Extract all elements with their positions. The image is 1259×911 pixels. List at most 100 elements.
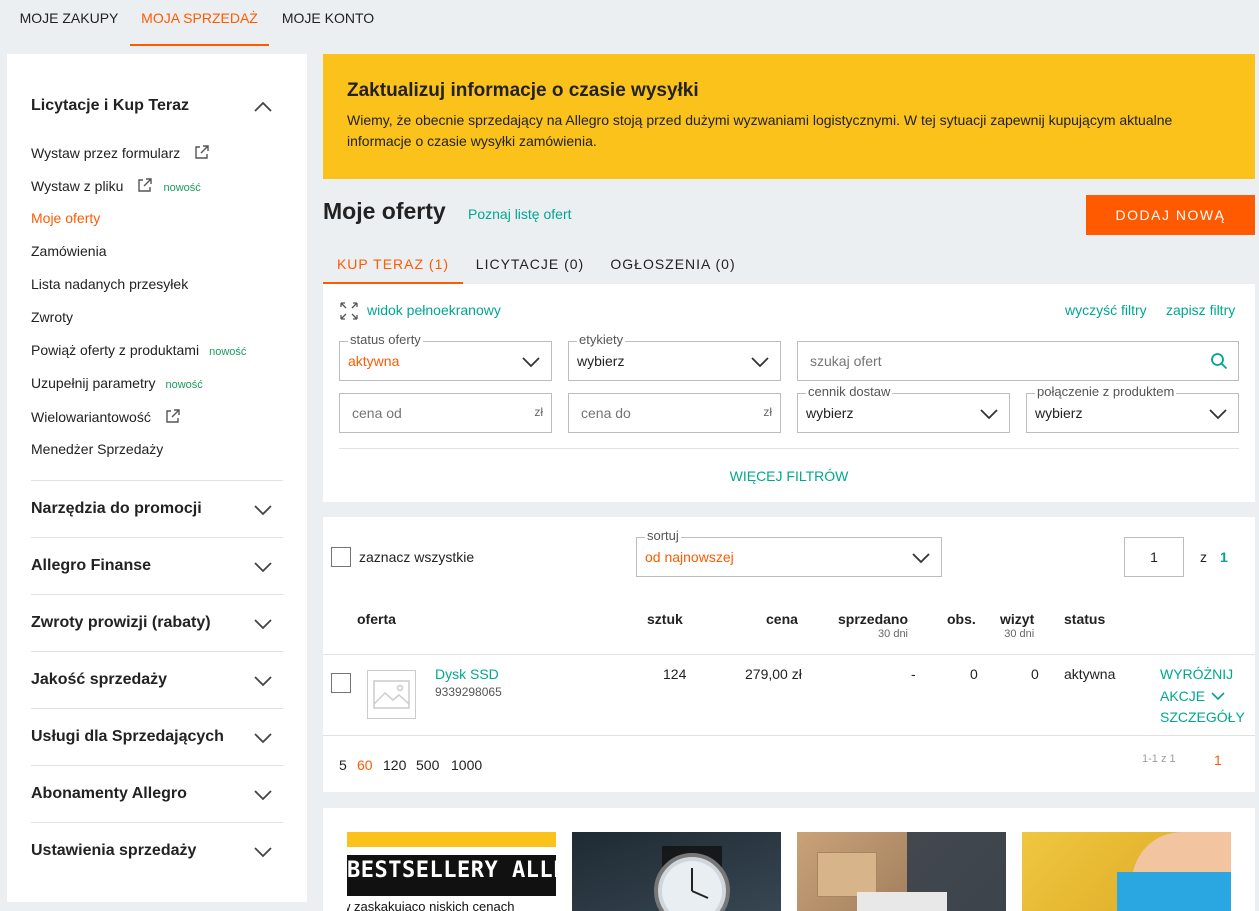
offer-visits: 0 xyxy=(1031,666,1039,682)
image-placeholder-icon[interactable] xyxy=(367,670,416,719)
add-new-button[interactable]: DODAJ NOWĄ xyxy=(1086,195,1255,235)
tab-my-sales[interactable]: MOJA SPRZEDAŻ xyxy=(130,0,269,46)
chevron-down-icon[interactable] xyxy=(253,671,273,691)
page-size-500[interactable]: 500 xyxy=(416,757,439,773)
divider xyxy=(31,651,283,652)
sidebar-section-quality[interactable]: Jakość sprzedaży xyxy=(31,671,167,689)
pagination-page-1[interactable]: 1 xyxy=(1214,752,1222,768)
clear-filters-link[interactable]: wyczyść filtry xyxy=(1065,302,1147,318)
tab-my-account[interactable]: MOJE KONTO xyxy=(272,0,384,46)
sidebar-item-my-offers[interactable]: Moje oferty xyxy=(31,210,100,226)
sidebar-item-shipments[interactable]: Lista nadanych przesyłek xyxy=(31,276,188,292)
offer-qty: 124 xyxy=(663,666,687,682)
chevron-down-icon xyxy=(751,357,769,368)
sidebar-section-subscriptions[interactable]: Abonamenty Allegro xyxy=(31,785,187,803)
fullscreen-view-link[interactable]: widok pełnoekranowy xyxy=(367,302,501,318)
price-to-input[interactable]: cena do zł xyxy=(568,393,781,433)
promo-card-courier[interactable] xyxy=(1022,832,1231,911)
tab-classifieds[interactable]: OGŁOSZENIA (0) xyxy=(600,250,746,284)
new-badge: nowość xyxy=(209,346,247,358)
chevron-down-icon[interactable] xyxy=(253,728,273,748)
divider xyxy=(31,480,283,481)
divider xyxy=(31,708,283,709)
page-total[interactable]: 1 xyxy=(1220,549,1228,565)
offer-id: 9339298065 xyxy=(435,685,502,699)
more-filters-button[interactable]: WIĘCEJ FILTRÓW xyxy=(323,468,1255,484)
sidebar-item-variants[interactable]: Wielowariantowość xyxy=(31,408,181,425)
chevron-down-icon[interactable] xyxy=(253,614,273,634)
price-from-input[interactable]: cena od zł xyxy=(339,393,552,433)
chevron-down-icon xyxy=(980,409,998,420)
chevron-down-icon[interactable] xyxy=(253,500,273,520)
status-select[interactable]: status oferty aktywna xyxy=(339,332,552,381)
sidebar-item-sales-manager[interactable]: Menedżer Sprzedaży xyxy=(31,441,163,457)
fullscreen-icon[interactable] xyxy=(340,302,358,320)
offer-name-link[interactable]: Dysk SSD xyxy=(435,666,499,682)
sidebar-section-promotion[interactable]: Narzędzia do promocji xyxy=(31,500,202,518)
banner-text: Wiemy, że obecnie sprzedający na Allegro… xyxy=(347,112,1173,149)
column-visits: wizyt 30 dni xyxy=(1000,611,1035,640)
chevron-down-icon[interactable] xyxy=(253,785,273,805)
promo-card-watch[interactable] xyxy=(572,832,781,911)
sidebar-item-orders[interactable]: Zamówienia xyxy=(31,243,106,259)
external-link-icon xyxy=(195,145,209,159)
sidebar-section-finance[interactable]: Allegro Finanse xyxy=(31,557,151,575)
page-size-60[interactable]: 60 xyxy=(357,757,373,773)
tab-my-purchases[interactable]: MOJE ZAKUPY xyxy=(10,0,128,46)
tab-buy-now[interactable]: KUP TERAZ (1) xyxy=(323,250,463,284)
sidebar-item-link-products[interactable]: Powiąż oferty z produktami nowość xyxy=(31,342,246,358)
page-size-1000[interactable]: 1000 xyxy=(451,757,482,773)
divider xyxy=(31,822,283,823)
learn-offers-link[interactable]: Poznaj listę ofert xyxy=(468,206,572,222)
sidebar-item-list-form[interactable]: Wystaw przez formularz xyxy=(31,144,210,161)
details-link[interactable]: SZCZEGÓŁY xyxy=(1160,709,1245,725)
chevron-down-icon xyxy=(1209,409,1227,420)
sort-select[interactable]: sortuj od najnowszej xyxy=(636,528,942,577)
shipping-rates-select[interactable]: cennik dostaw wybierz xyxy=(797,384,1010,433)
chevron-up-icon[interactable] xyxy=(253,97,273,117)
tab-auctions[interactable]: LICYTACJE (0) xyxy=(465,250,595,284)
save-filters-link[interactable]: zapisz filtry xyxy=(1166,302,1235,318)
sidebar: Licytacje i Kup Teraz Wystaw przez formu… xyxy=(7,54,307,902)
result-range: 1-1 z 1 xyxy=(1142,753,1176,765)
promo-card-bestsellers[interactable]: BESTSELLERY ALLEGRO w zaskakująco niskic… xyxy=(347,832,556,911)
external-link-icon xyxy=(138,178,153,192)
page-of-label: z xyxy=(1200,549,1207,565)
highlight-link[interactable]: WYRÓŻNIJ xyxy=(1160,666,1233,682)
filters-panel: widok pełnoekranowy wyczyść filtry zapis… xyxy=(323,284,1255,502)
select-all-label: zaznacz wszystkie xyxy=(359,549,475,565)
divider xyxy=(339,448,1239,449)
sidebar-item-parameters[interactable]: Uzupełnij parametry nowość xyxy=(31,375,203,391)
sidebar-section-rebates[interactable]: Zwroty prowizji (rabaty) xyxy=(31,614,211,632)
actions-dropdown[interactable]: AKCJE xyxy=(1160,688,1225,704)
chevron-down-icon xyxy=(522,357,540,368)
offer-status: aktywna xyxy=(1064,666,1116,682)
chevron-down-icon[interactable] xyxy=(253,557,273,577)
promo-section: BESTSELLERY ALLEGRO w zaskakująco niskic… xyxy=(323,808,1255,911)
tags-select[interactable]: etykiety wybierz xyxy=(568,332,781,381)
divider xyxy=(31,765,283,766)
sidebar-section-settings[interactable]: Ustawienia sprzedaży xyxy=(31,842,196,860)
watch-image xyxy=(654,846,730,911)
chevron-down-icon[interactable] xyxy=(253,842,273,862)
column-sold: sprzedano 30 dni xyxy=(838,611,909,640)
external-link-icon xyxy=(166,409,180,423)
row-checkbox[interactable] xyxy=(331,673,351,693)
search-input[interactable]: szukaj ofert xyxy=(797,341,1239,381)
product-link-select[interactable]: połączenie z produktem wybierz xyxy=(1026,384,1239,433)
promo-card-packages[interactable] xyxy=(797,832,1006,911)
page-size-120[interactable]: 120 xyxy=(383,757,406,773)
divider xyxy=(323,735,1255,736)
new-badge: nowość xyxy=(163,182,201,194)
page-number-input[interactable]: 1 xyxy=(1124,537,1184,577)
sidebar-item-returns[interactable]: Zwroty xyxy=(31,309,73,325)
search-icon[interactable] xyxy=(1210,352,1228,370)
column-observers: obs. xyxy=(947,611,976,627)
select-all-checkbox[interactable] xyxy=(331,547,351,567)
sidebar-section-auctions[interactable]: Licytacje i Kup Teraz xyxy=(31,97,189,115)
sidebar-item-list-file[interactable]: Wystaw z pliku nowość xyxy=(31,177,201,194)
page-size-5[interactable]: 5 xyxy=(339,757,347,773)
sidebar-section-services[interactable]: Usługi dla Sprzedających xyxy=(31,728,224,746)
banner-title: Zaktualizuj informacje o czasie wysyłki xyxy=(347,80,699,101)
divider xyxy=(31,537,283,538)
